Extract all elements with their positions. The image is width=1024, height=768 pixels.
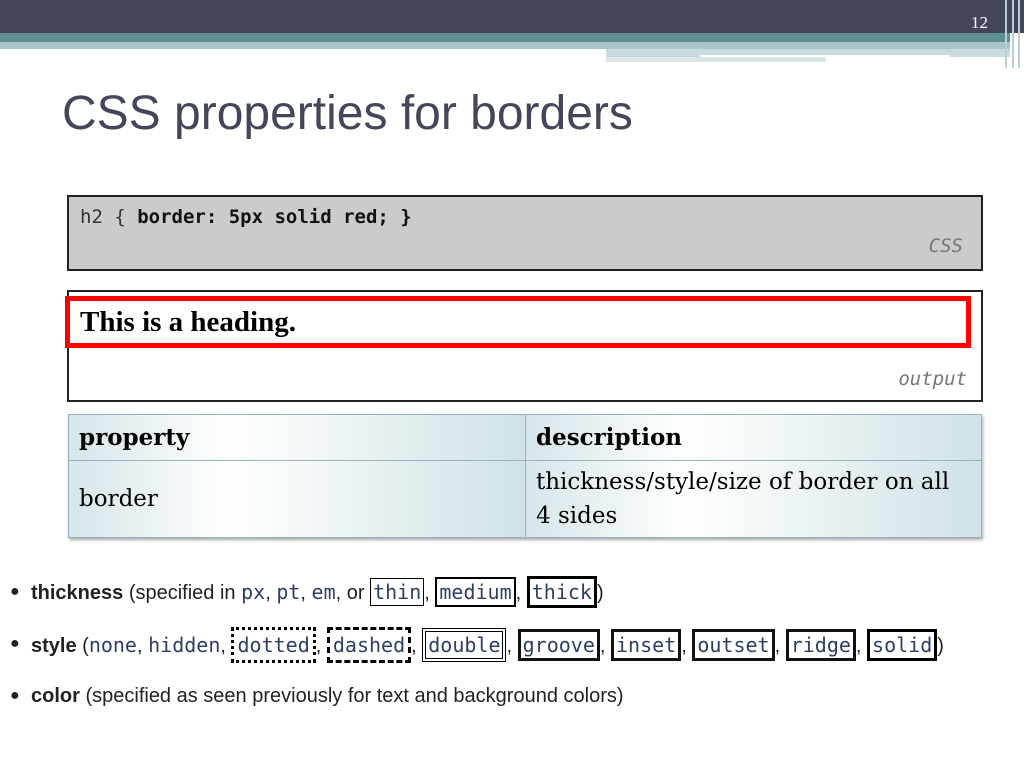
header-bar: [0, 0, 1024, 33]
header-accent-stripe: [0, 33, 1010, 42]
slide-number: 12: [971, 13, 988, 32]
property-table: property description border thickness/st…: [68, 414, 982, 538]
style-keyword-hidden: hidden: [148, 633, 221, 657]
bullet-text: (: [76, 635, 89, 657]
unit-keyword: em: [311, 580, 336, 604]
table-header-cell: description: [525, 414, 982, 461]
header-accent-stripe-light: [0, 42, 1010, 49]
thickness-keyword-thin: thin: [370, 578, 425, 606]
table-header-row: property description: [68, 414, 982, 461]
bullet-text: , or: [335, 582, 371, 604]
style-keyword-groove: groove: [517, 629, 600, 661]
style-keyword-ridge: ridge: [785, 629, 856, 661]
output-box-label: output: [898, 368, 967, 390]
bullet-text: (specified as seen previously for text a…: [79, 685, 624, 707]
header-vertical-line: [1012, 0, 1014, 68]
unit-keyword: pt: [276, 580, 301, 604]
code-line: h2 { border: 5px solid red; }: [80, 206, 412, 228]
css-code-box: h2 { border: 5px solid red; } CSS: [67, 195, 983, 271]
bullet-thickness: ● thickness (specified in px, pt, em, or…: [10, 575, 944, 627]
style-keyword-outset: outset: [692, 629, 775, 661]
slide-title: CSS properties for borders: [62, 87, 633, 140]
bullet-icon: ●: [10, 635, 20, 652]
bullet-list: ● thickness (specified in px, pt, em, or…: [10, 575, 944, 731]
bullet-style: ● style (none, hidden, dotted, dashed, d…: [10, 627, 944, 679]
output-heading: This is a heading.: [65, 296, 971, 348]
bullet-term: style: [31, 635, 77, 657]
table-cell: thickness/style/size of border on all 4 …: [525, 460, 982, 538]
bullet-term: thickness: [31, 582, 124, 604]
bullet-text: (specified in: [123, 582, 242, 604]
style-keyword-none: none: [88, 633, 137, 657]
style-keyword-solid: solid: [867, 629, 938, 661]
code-box-label: CSS: [928, 235, 963, 257]
bullet-icon: ●: [10, 583, 20, 600]
code-declaration: border: 5px solid red; }: [137, 206, 412, 228]
bullet-icon: ●: [10, 687, 20, 704]
table-header-cell: property: [68, 414, 526, 461]
thickness-keyword-medium: medium: [435, 577, 516, 607]
header-vertical-line: [1005, 0, 1007, 68]
header-accent-segment-small: [606, 57, 826, 62]
style-keyword-inset: inset: [610, 629, 682, 661]
code-selector: h2 {: [80, 206, 138, 228]
unit-keyword: px: [241, 580, 266, 604]
header-accent-line: [700, 55, 950, 57]
thickness-keyword-thick: thick: [526, 576, 597, 608]
style-keyword-double: double: [422, 628, 507, 662]
bullet-term: color: [31, 685, 80, 707]
style-keyword-dashed: dashed: [326, 627, 412, 663]
output-box: This is a heading. output: [65, 290, 983, 402]
style-keyword-dotted: dotted: [231, 627, 316, 663]
bullet-color: ● color (specified as seen previously fo…: [10, 679, 944, 731]
table-cell: border: [68, 460, 526, 538]
table-row: border thickness/style/size of border on…: [68, 460, 982, 538]
header-vertical-line: [1018, 0, 1020, 68]
